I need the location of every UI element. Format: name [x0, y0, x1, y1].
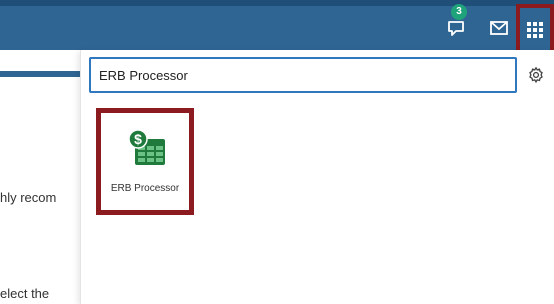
launcher-settings-button[interactable]: [525, 64, 547, 86]
app-launcher-panel: $ ERB Processor: [80, 50, 554, 304]
app-tile-label: ERB Processor: [110, 183, 180, 194]
app-tile-erb-processor[interactable]: $ ERB Processor: [96, 108, 194, 215]
background-text: hly recom: [0, 190, 57, 205]
gear-icon: [529, 66, 543, 84]
app-launcher-button[interactable]: [516, 4, 554, 56]
chat-icon: [448, 21, 464, 36]
mail-button[interactable]: [483, 6, 515, 50]
screen: 3 hly recom elect the $: [0, 0, 554, 304]
app-grid-icon: [527, 22, 543, 38]
mail-icon: [490, 21, 508, 35]
top-header-bar: [0, 4, 554, 56]
background-text: elect the: [0, 286, 50, 301]
dollar-spreadsheet-icon: $: [128, 129, 165, 165]
background-accent-bar: [0, 71, 80, 77]
svg-text:$: $: [134, 131, 142, 147]
notification-badge: 3: [451, 4, 467, 20]
app-search-input[interactable]: [89, 57, 517, 93]
